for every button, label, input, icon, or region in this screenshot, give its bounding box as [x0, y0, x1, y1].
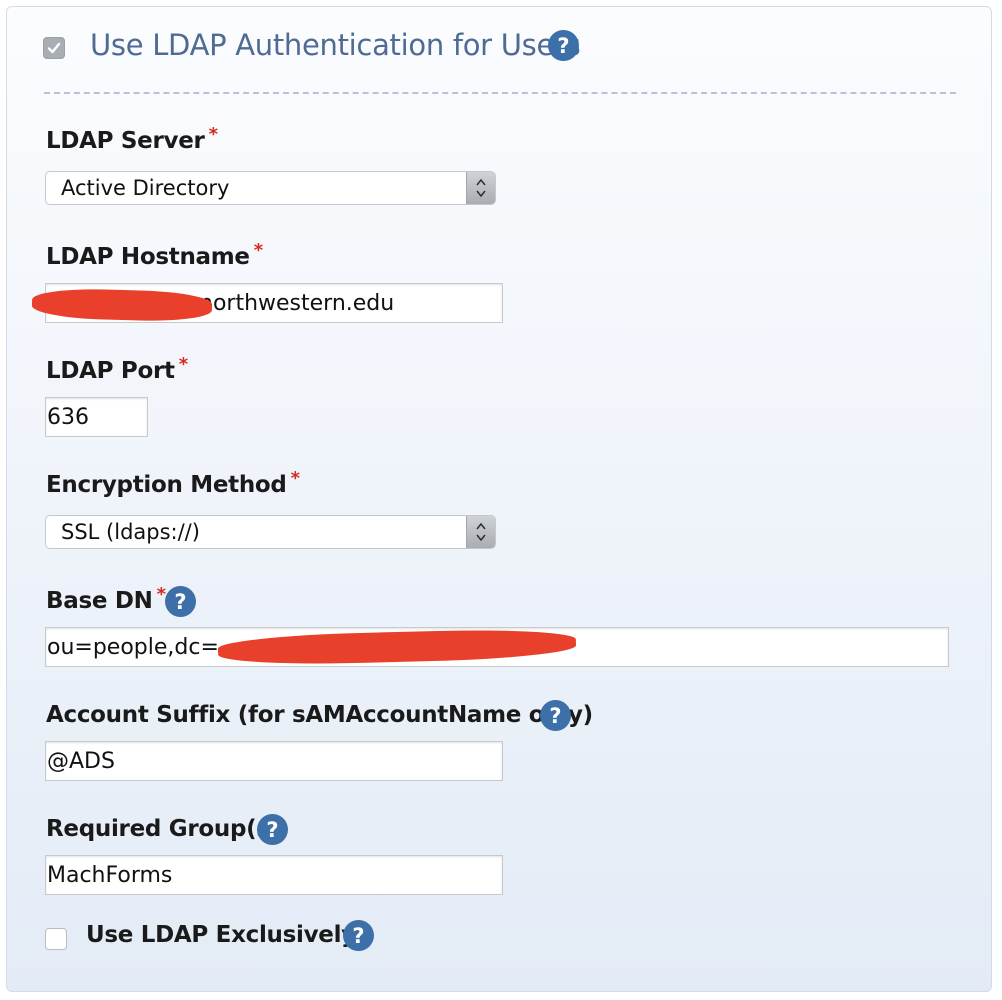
select-arrows-icon — [466, 516, 495, 548]
help-icon-account-suffix[interactable]: ? — [540, 700, 571, 731]
base-dn-label: Base DN * — [46, 584, 166, 614]
encryption-method-selected-value: SSL (ldaps://) — [61, 520, 200, 544]
ldap-server-select[interactable]: Active Directory — [45, 171, 496, 205]
section-title: Use LDAP Authentication for Users — [90, 28, 581, 62]
select-arrows-icon — [466, 172, 495, 204]
encryption-method-label: Encryption Method * — [46, 468, 300, 498]
help-icon-base-dn[interactable]: ? — [165, 586, 196, 617]
required-asterisk: * — [253, 240, 263, 261]
account-suffix-input[interactable] — [45, 741, 503, 781]
required-asterisk: * — [178, 354, 188, 375]
help-icon-use-exclusively[interactable]: ? — [343, 920, 374, 951]
required-asterisk: * — [290, 468, 300, 489]
required-groups-input[interactable] — [45, 855, 503, 895]
checkmark-icon — [47, 42, 61, 54]
required-asterisk: * — [208, 124, 218, 145]
help-icon-ldap-auth[interactable]: ? — [548, 30, 579, 61]
ldap-port-input[interactable] — [45, 397, 148, 437]
account-suffix-label: Account Suffix (for sAMAccountName only) — [46, 702, 593, 728]
use-ldap-checkbox[interactable] — [43, 37, 65, 59]
help-icon-required-groups[interactable]: ? — [257, 814, 288, 845]
use-ldap-exclusively-label: Use LDAP Exclusively — [86, 922, 356, 948]
ldap-port-label: LDAP Port * — [46, 354, 188, 384]
encryption-method-select[interactable]: SSL (ldaps://) — [45, 515, 496, 549]
required-groups-label: Required Group(s) — [46, 816, 280, 842]
section-divider — [44, 92, 956, 94]
ldap-server-selected-value: Active Directory — [61, 176, 230, 200]
ldap-server-label: LDAP Server * — [46, 124, 218, 154]
use-ldap-exclusively-checkbox[interactable] — [45, 928, 67, 950]
ldap-hostname-label: LDAP Hostname * — [46, 240, 263, 270]
